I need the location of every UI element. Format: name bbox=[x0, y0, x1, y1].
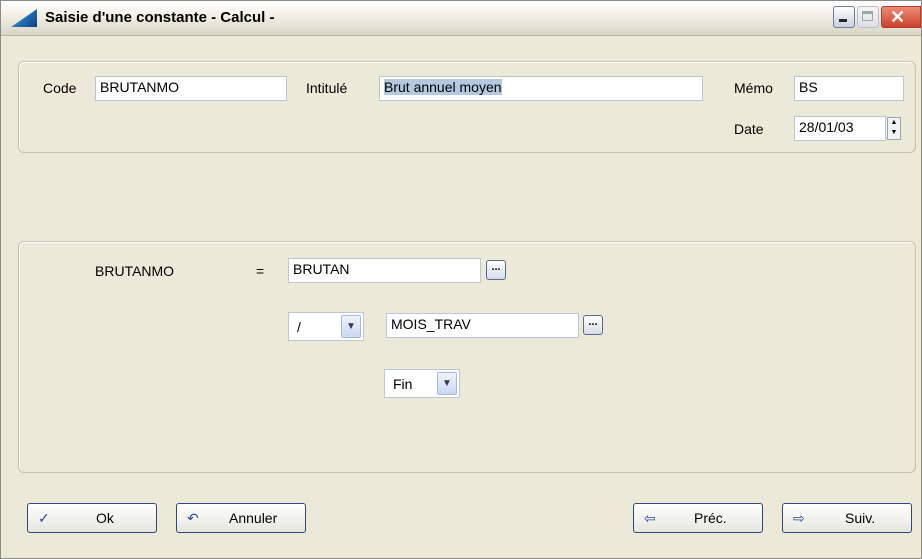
ellipsis-icon: ... bbox=[588, 316, 598, 328]
chevron-down-icon[interactable]: ▼ bbox=[341, 315, 361, 338]
operand2-browse-button[interactable]: ... bbox=[583, 315, 603, 335]
window-title: Saisie d'une constante - Calcul - bbox=[45, 9, 275, 26]
date-label: Date bbox=[734, 121, 764, 137]
ok-button[interactable]: ✓ Ok bbox=[27, 503, 157, 533]
dialog-window: Saisie d'une constante - Calcul - ✕ Code… bbox=[0, 0, 922, 559]
maximize-button[interactable] bbox=[857, 6, 879, 28]
memo-field[interactable]: BS bbox=[794, 76, 904, 101]
operand1-browse-button[interactable]: ... bbox=[486, 260, 506, 280]
equals-label: = bbox=[256, 263, 265, 279]
minimize-button[interactable] bbox=[833, 6, 855, 28]
end-value: Fin bbox=[393, 376, 413, 392]
memo-label: Mémo bbox=[734, 80, 773, 96]
undo-icon: ↶ bbox=[187, 510, 199, 526]
date-field[interactable]: 28/01/03 bbox=[794, 116, 886, 141]
suiv-button[interactable]: ⇨ Suiv. bbox=[782, 503, 912, 533]
header-group bbox=[18, 61, 916, 153]
operand2-field[interactable]: MOIS_TRAV bbox=[386, 313, 579, 338]
check-icon: ✓ bbox=[38, 510, 50, 526]
code-field[interactable]: BRUTANMO bbox=[95, 76, 287, 101]
arrow-right-icon: ⇨ bbox=[793, 510, 805, 526]
close-button[interactable]: ✕ bbox=[881, 6, 921, 28]
intitule-label: Intitulé bbox=[306, 80, 348, 96]
operand1-field[interactable]: BRUTAN bbox=[288, 258, 481, 283]
intitule-field[interactable]: Brut annuel moyen bbox=[379, 76, 703, 101]
date-spinner[interactable]: ▲ ▼ bbox=[887, 117, 901, 140]
chevron-down-icon[interactable]: ▼ bbox=[437, 372, 457, 395]
operator-value: / bbox=[297, 319, 301, 335]
operator-select[interactable]: / ▼ bbox=[288, 312, 364, 341]
code-label: Code bbox=[43, 80, 77, 96]
prec-button[interactable]: ⇦ Préc. bbox=[633, 503, 763, 533]
arrow-left-icon: ⇦ bbox=[644, 510, 656, 526]
result-name-label: BRUTANMO bbox=[95, 263, 175, 279]
end-select[interactable]: Fin ▼ bbox=[384, 369, 460, 398]
annuler-button[interactable]: ↶ Annuler bbox=[176, 503, 306, 533]
title-bar[interactable]: Saisie d'une constante - Calcul - ✕ bbox=[1, 1, 921, 36]
app-icon bbox=[11, 9, 37, 27]
ellipsis-icon: ... bbox=[491, 261, 501, 273]
